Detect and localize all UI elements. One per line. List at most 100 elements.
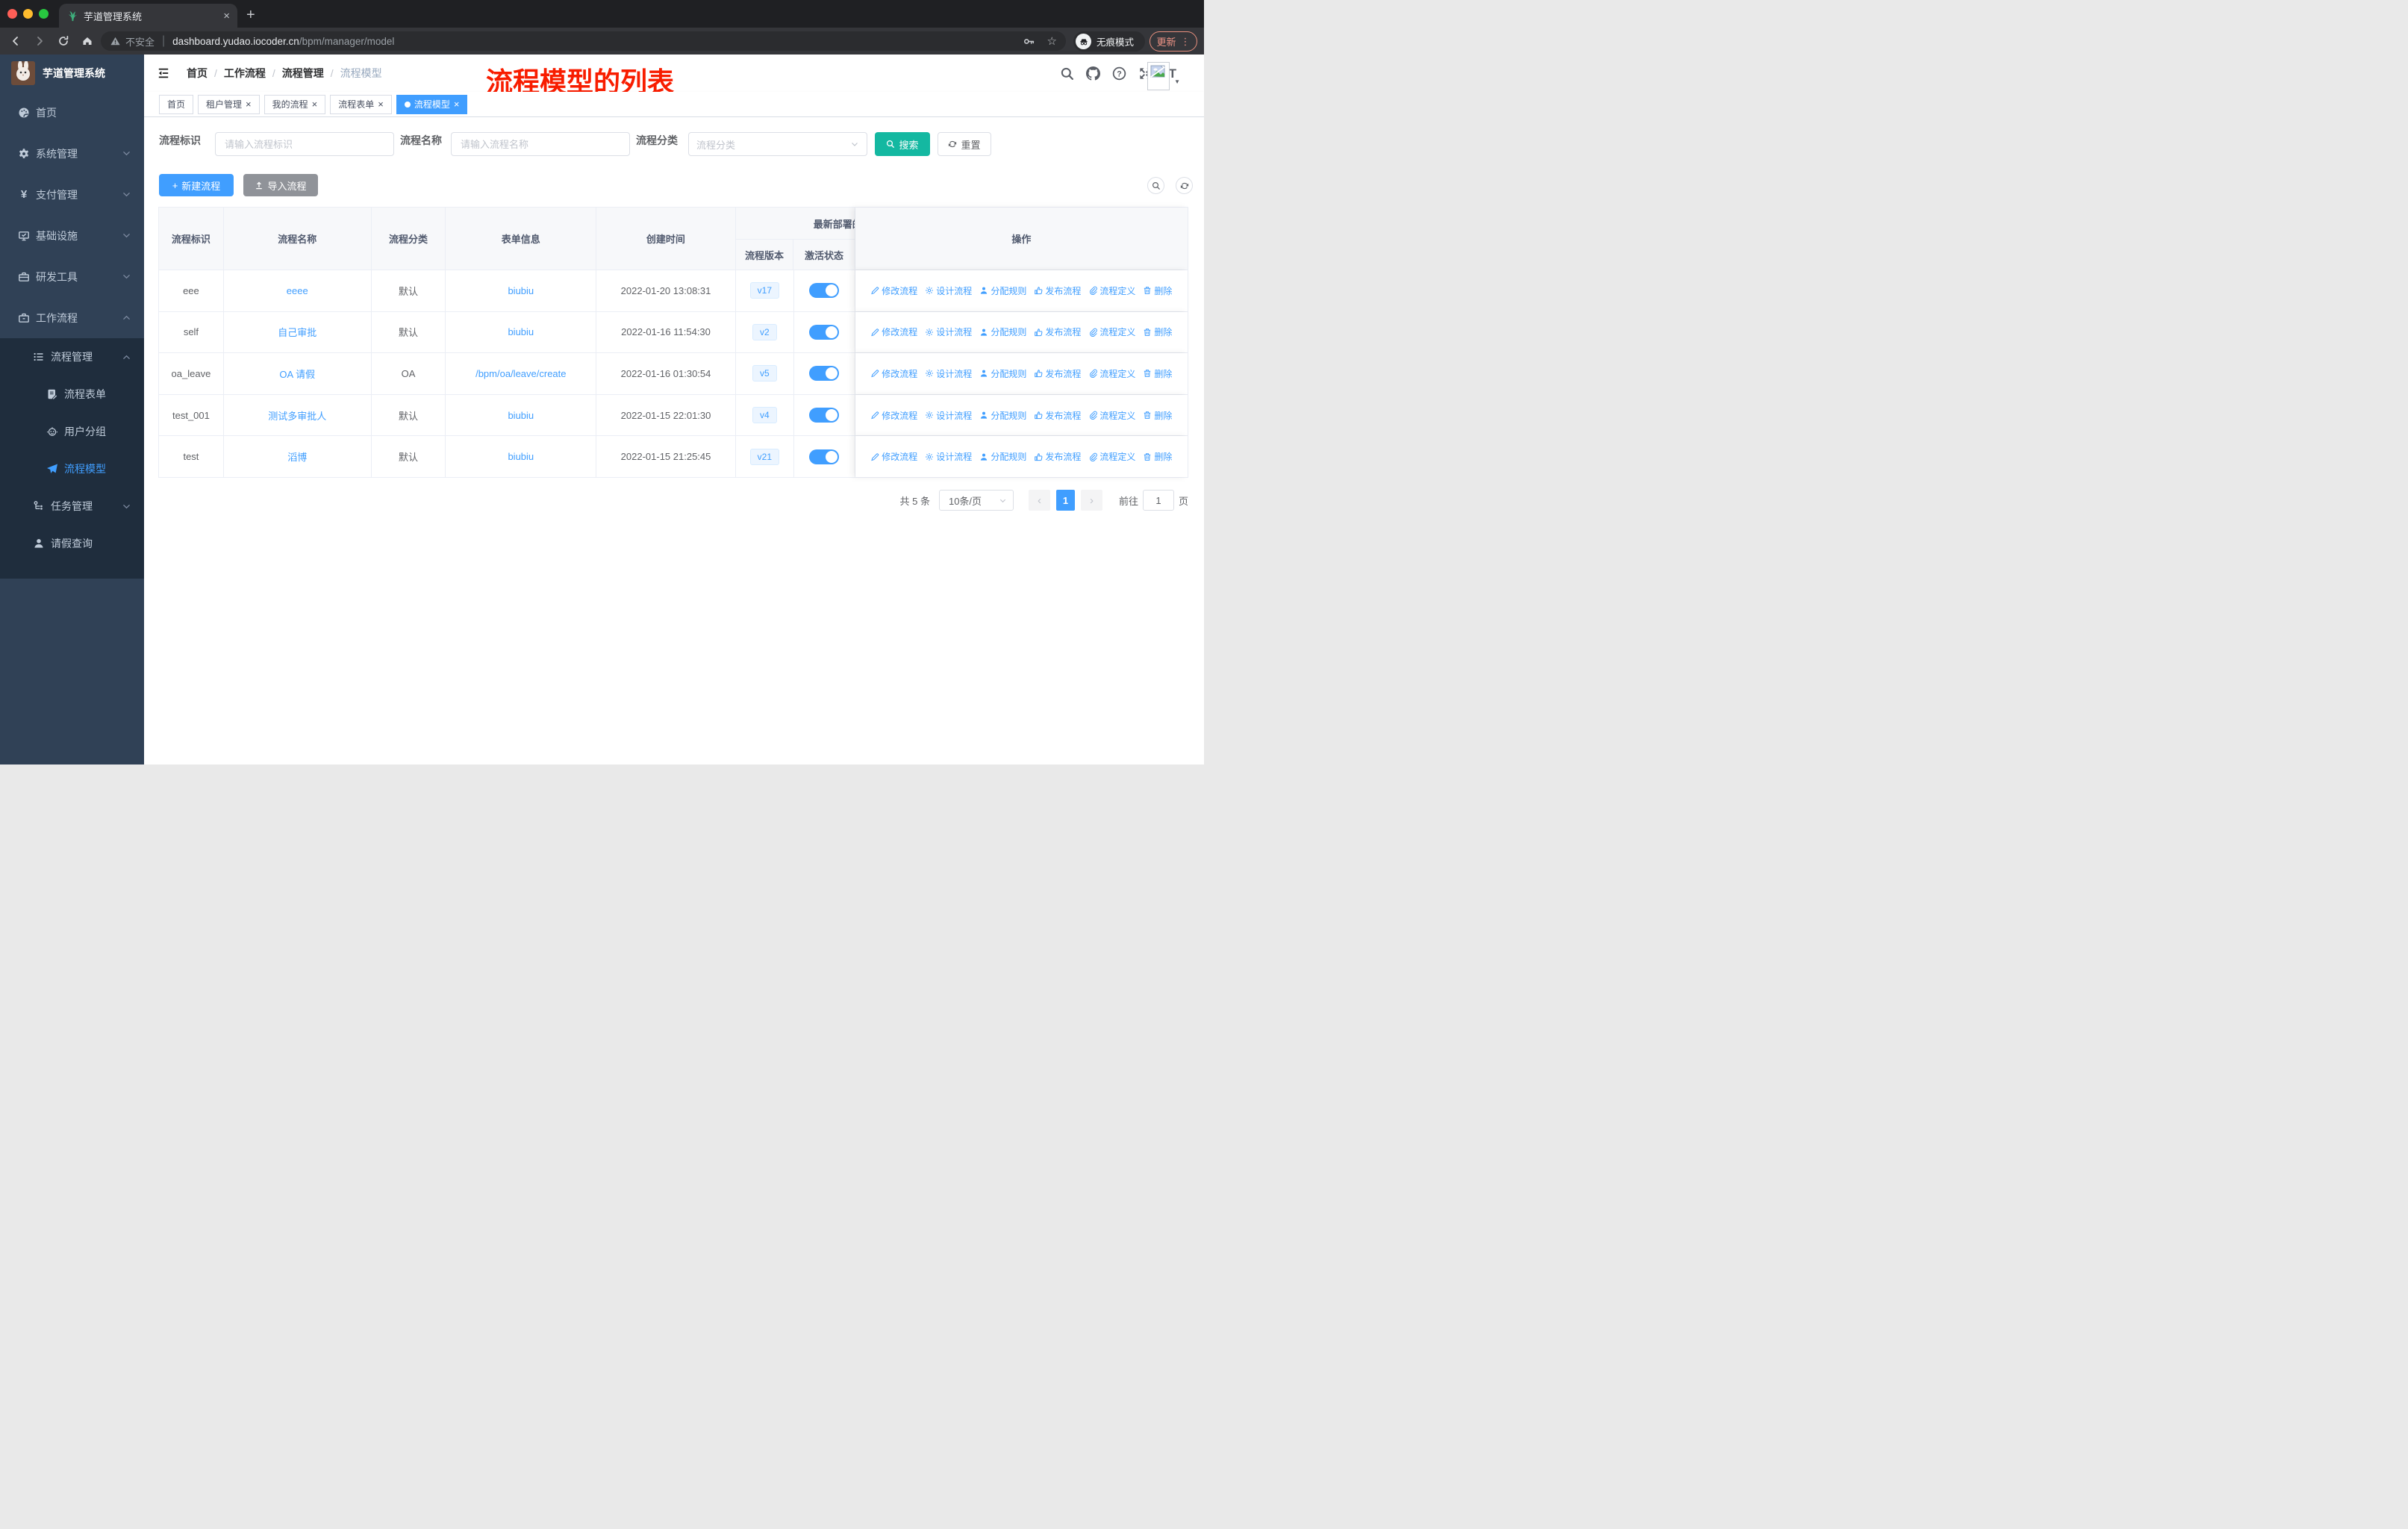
breadcrumb-home[interactable]: 首页 <box>187 66 224 81</box>
op-design-link[interactable]: 设计流程 <box>925 450 972 463</box>
op-definition-link[interactable]: 流程定义 <box>1088 409 1135 422</box>
sidebar-item-process-form[interactable]: 流程表单 <box>0 376 144 413</box>
sidebar-item-payment[interactable]: ¥ 支付管理 <box>0 174 144 215</box>
window-minimize-button[interactable] <box>23 9 33 19</box>
op-delete-link[interactable]: 删除 <box>1143 367 1172 380</box>
active-toggle[interactable] <box>809 408 840 423</box>
op-design-link[interactable]: 设计流程 <box>925 409 972 422</box>
op-design-link[interactable]: 设计流程 <box>925 367 972 380</box>
form-info-link[interactable]: biubiu <box>508 285 534 296</box>
window-zoom-button[interactable] <box>39 9 49 19</box>
op-definition-link[interactable]: 流程定义 <box>1088 284 1135 297</box>
sidebar-item-leave-query[interactable]: 请假查询 <box>0 525 144 562</box>
process-name-input[interactable] <box>451 132 630 156</box>
tag-tenant[interactable]: 租户管理 × <box>198 94 260 114</box>
op-edit-link[interactable]: 修改流程 <box>870 284 917 297</box>
help-icon[interactable]: ? <box>1112 66 1126 81</box>
process-id-input[interactable] <box>215 132 394 156</box>
back-icon[interactable] <box>7 33 24 49</box>
goto-page-input[interactable] <box>1142 490 1174 511</box>
model-name-link[interactable]: OA 请假 <box>279 367 315 381</box>
op-delete-link[interactable]: 删除 <box>1143 450 1172 463</box>
address-bar[interactable]: 不安全 | dashboard.yudao.iocoder.cn/bpm/man… <box>101 31 1066 51</box>
search-button[interactable]: 搜索 <box>875 132 930 156</box>
forward-icon[interactable] <box>31 33 48 49</box>
window-close-button[interactable] <box>7 9 17 19</box>
op-delete-link[interactable]: 删除 <box>1143 326 1172 338</box>
category-select[interactable]: 流程分类 <box>688 132 867 156</box>
sidebar-item-user-group[interactable]: 用户分组 <box>0 413 144 450</box>
show-search-button[interactable] <box>1147 177 1164 194</box>
browser-tab[interactable]: 芋道管理系统 × <box>59 4 237 28</box>
active-toggle[interactable] <box>809 283 840 299</box>
op-publish-link[interactable]: 发布流程 <box>1034 326 1081 338</box>
model-name-link[interactable]: 滔博 <box>287 449 307 464</box>
model-name-link[interactable]: eeee <box>287 285 308 296</box>
reset-button[interactable]: 重置 <box>938 132 991 156</box>
op-definition-link[interactable]: 流程定义 <box>1088 367 1135 380</box>
reload-icon[interactable] <box>55 33 72 49</box>
op-publish-link[interactable]: 发布流程 <box>1034 284 1081 297</box>
op-assign-link[interactable]: 分配规则 <box>979 284 1026 297</box>
op-delete-link[interactable]: 删除 <box>1143 284 1172 297</box>
form-info-link[interactable]: /bpm/oa/leave/create <box>475 368 566 379</box>
op-publish-link[interactable]: 发布流程 <box>1034 367 1081 380</box>
op-assign-link[interactable]: 分配规则 <box>979 409 1026 422</box>
avatar-caret-icon[interactable]: ▼ <box>1174 78 1180 85</box>
op-publish-link[interactable]: 发布流程 <box>1034 450 1081 463</box>
sidebar-item-home[interactable]: 首页 <box>0 92 144 133</box>
op-publish-link[interactable]: 发布流程 <box>1034 409 1081 422</box>
form-info-link[interactable]: biubiu <box>508 410 534 421</box>
page-size-select[interactable]: 10条/页 <box>938 490 1014 511</box>
op-definition-link[interactable]: 流程定义 <box>1088 326 1135 338</box>
avatar[interactable] <box>1147 62 1170 90</box>
browser-menu-icon[interactable]: ⋮ <box>1181 36 1191 48</box>
page-1-button[interactable]: 1 <box>1055 490 1075 511</box>
app-logo[interactable]: 芋道管理系统 <box>0 55 144 92</box>
tag-my-process[interactable]: 我的流程 × <box>263 94 326 114</box>
refresh-table-button[interactable] <box>1176 177 1193 194</box>
sidebar-item-task-management[interactable]: 任务管理 <box>0 488 144 525</box>
op-edit-link[interactable]: 修改流程 <box>870 326 917 338</box>
close-icon[interactable]: × <box>378 99 384 109</box>
op-edit-link[interactable]: 修改流程 <box>870 409 917 422</box>
browser-update-button[interactable]: 更新 ⋮ <box>1150 31 1197 52</box>
active-toggle[interactable] <box>809 324 840 340</box>
active-toggle[interactable] <box>809 366 840 382</box>
breadcrumb-process-management[interactable]: 流程管理 <box>282 66 340 81</box>
tag-home[interactable]: 首页 <box>159 94 194 114</box>
op-design-link[interactable]: 设计流程 <box>925 326 972 338</box>
bookmark-star-icon[interactable]: ☆ <box>1047 34 1057 48</box>
breadcrumb-workflow[interactable]: 工作流程 <box>224 66 282 81</box>
op-definition-link[interactable]: 流程定义 <box>1088 450 1135 463</box>
create-process-button[interactable]: + 新建流程 <box>159 174 234 196</box>
close-icon[interactable]: × <box>246 99 252 109</box>
close-icon[interactable]: × <box>454 99 460 109</box>
passwords-key-icon[interactable] <box>1023 35 1035 48</box>
tag-process-form[interactable]: 流程表单 × <box>330 94 392 114</box>
tag-process-model[interactable]: 流程模型 × <box>396 94 468 114</box>
op-assign-link[interactable]: 分配规则 <box>979 326 1026 338</box>
sidebar-item-infrastructure[interactable]: 基础设施 <box>0 215 144 256</box>
model-name-link[interactable]: 自己审批 <box>278 325 316 339</box>
new-tab-button[interactable]: + <box>246 6 255 24</box>
prev-page-button[interactable]: ‹ <box>1028 490 1050 511</box>
search-icon[interactable] <box>1060 66 1074 81</box>
form-info-link[interactable]: biubiu <box>508 451 534 462</box>
sidebar-item-process-management[interactable]: 流程管理 <box>0 338 144 376</box>
form-info-link[interactable]: biubiu <box>508 326 534 337</box>
op-assign-link[interactable]: 分配规则 <box>979 367 1026 380</box>
op-design-link[interactable]: 设计流程 <box>925 284 972 297</box>
sidebar-item-system[interactable]: 系统管理 <box>0 133 144 174</box>
sidebar-fold-icon[interactable] <box>157 66 170 80</box>
op-edit-link[interactable]: 修改流程 <box>870 367 917 380</box>
sidebar-item-process-model[interactable]: 流程模型 <box>0 450 144 488</box>
op-edit-link[interactable]: 修改流程 <box>870 450 917 463</box>
active-toggle[interactable] <box>809 449 840 464</box>
op-assign-link[interactable]: 分配规则 <box>979 450 1026 463</box>
import-process-button[interactable]: 导入流程 <box>243 174 318 196</box>
github-icon[interactable] <box>1085 66 1100 81</box>
sidebar-item-workflow[interactable]: 工作流程 <box>0 297 144 338</box>
next-page-button[interactable]: › <box>1080 490 1102 511</box>
close-icon[interactable]: × <box>312 99 318 109</box>
